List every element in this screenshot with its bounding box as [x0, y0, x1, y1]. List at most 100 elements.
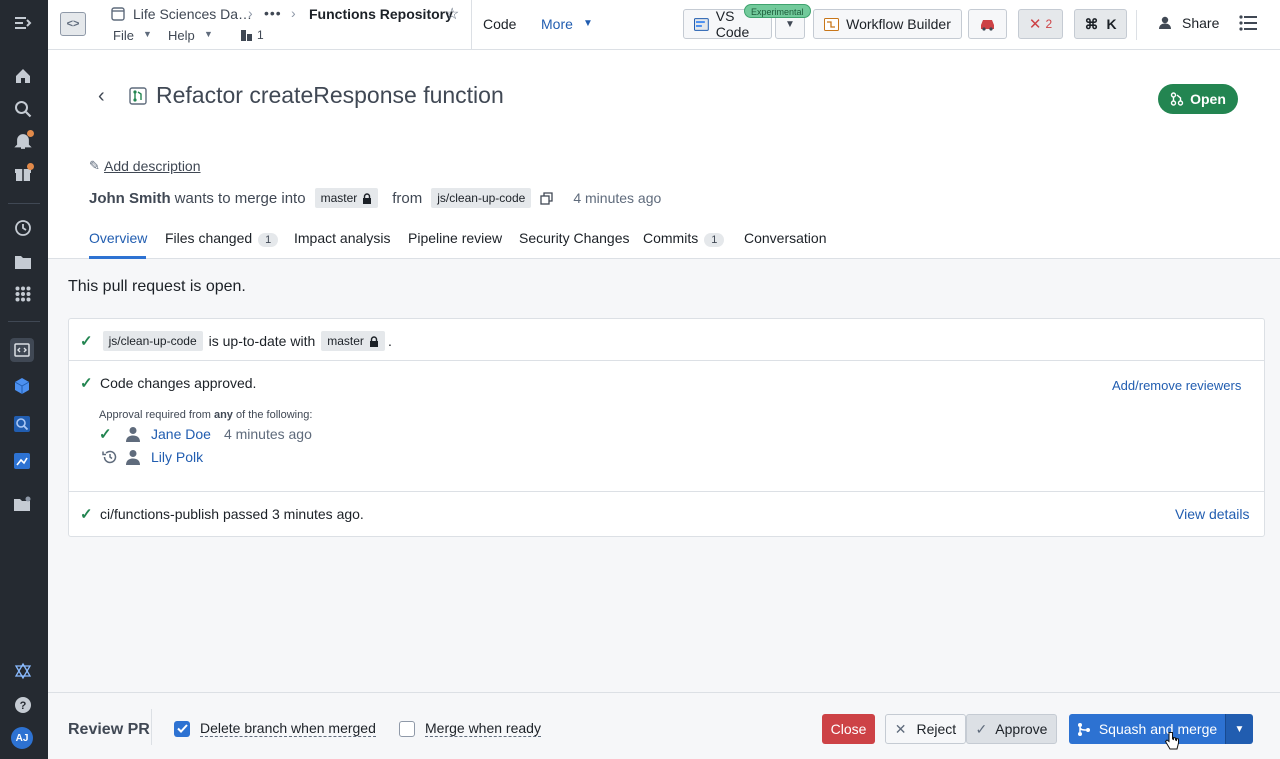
reject-button[interactable]: ✕ Reject: [885, 714, 966, 744]
active-tab-indicator: [89, 256, 146, 259]
close-button[interactable]: Close: [822, 714, 875, 744]
from-text: from: [392, 189, 423, 207]
experimental-badge: Experimental: [744, 4, 811, 18]
uptodate-row: ✓ js/clean-up-code is up-to-date with ma…: [80, 331, 392, 351]
errors-button[interactable]: ✕ 2: [1018, 9, 1063, 39]
merge-options-dropdown[interactable]: ▼: [1225, 714, 1253, 744]
caret-down-icon: ▼: [204, 29, 213, 39]
checkbox-unchecked-icon[interactable]: [399, 720, 415, 737]
git-merge-icon: [1170, 92, 1184, 106]
shortcut-key: K: [1106, 16, 1117, 32]
reviewer-row: ✓ Jane Doe 4 minutes ago: [99, 425, 312, 443]
target-branch-tag[interactable]: master: [314, 188, 379, 208]
breadcrumb-more[interactable]: •••: [264, 5, 282, 21]
person-add-icon: [1159, 16, 1171, 29]
caret-down-icon: ▼: [1234, 723, 1245, 735]
uptodate-period: .: [387, 333, 392, 349]
view-details-link[interactable]: View details: [1175, 506, 1249, 522]
caret-down-icon: ▼: [143, 29, 152, 39]
merge-summary: John Smith wants to merge into master fr…: [89, 188, 661, 208]
commits-count: 1: [704, 233, 725, 247]
history-icon[interactable]: [12, 217, 34, 239]
code-tab[interactable]: Code: [483, 16, 516, 32]
file-menu[interactable]: File: [113, 28, 134, 43]
list-menu-icon[interactable]: [1239, 15, 1257, 34]
gift-icon[interactable]: [12, 163, 34, 185]
add-remove-reviewers-link[interactable]: Add/remove reviewers: [1112, 378, 1241, 393]
review-pr-label: Review PR: [68, 721, 150, 738]
command-key-icon: ⌘: [1084, 15, 1099, 32]
approve-check-icon: ✓: [975, 720, 988, 737]
check-icon: ✓: [80, 375, 93, 392]
more-tab[interactable]: More: [541, 16, 573, 32]
sandbox-button[interactable]: [968, 9, 1007, 39]
reviewer-name[interactable]: Jane Doe: [151, 426, 211, 442]
folder-icon[interactable]: [12, 251, 34, 273]
user-avatar[interactable]: AJ: [11, 727, 33, 749]
vscode-icon: [694, 17, 709, 31]
tab-label: Files changed: [165, 230, 253, 246]
workflow-icon: [824, 17, 840, 31]
branch-count[interactable]: 1: [257, 28, 264, 42]
tab-security-changes[interactable]: Security Changes: [519, 230, 630, 246]
object-explorer-icon[interactable]: [10, 412, 34, 436]
approve-button[interactable]: ✓ Approve: [966, 714, 1057, 744]
tab-commits[interactable]: Commits 1: [643, 230, 725, 247]
merge-checks-card: ✓ js/clean-up-code is up-to-date with ma…: [68, 318, 1265, 537]
star-icon[interactable]: ☆: [445, 4, 459, 24]
source-branch-tag[interactable]: js/clean-up-code: [431, 188, 532, 208]
lock-icon: [369, 335, 378, 347]
source-branch-tag[interactable]: js/clean-up-code: [102, 331, 203, 351]
breadcrumb-repository[interactable]: Functions Repository: [309, 6, 453, 22]
tab-pipeline-review[interactable]: Pipeline review: [408, 230, 502, 246]
tab-impact-analysis[interactable]: Impact analysis: [294, 230, 390, 246]
reject-x-icon: ✕: [894, 720, 907, 737]
workflow-builder-button[interactable]: Workflow Builder: [813, 9, 962, 39]
quiver-app-icon[interactable]: [10, 449, 34, 473]
search-icon[interactable]: [12, 98, 34, 120]
squash-and-merge-button[interactable]: Squash and merge: [1069, 714, 1225, 744]
author-name[interactable]: John Smith: [89, 190, 171, 207]
code-repository-app-icon[interactable]: [10, 338, 34, 362]
delete-branch-checkbox[interactable]: Delete branch when merged: [174, 720, 376, 737]
check-icon: ✓: [80, 506, 93, 523]
error-x-icon: ✕: [1028, 16, 1042, 33]
repository-code-icon[interactable]: <>: [60, 12, 86, 36]
help-icon[interactable]: ?: [12, 694, 34, 716]
approval-suffix: of the following:: [235, 409, 313, 421]
approved-text: Code changes approved.: [100, 375, 257, 391]
folder-star-icon[interactable]: [10, 492, 34, 516]
command-palette-button[interactable]: ⌘ K: [1074, 9, 1127, 39]
expand-menu-icon[interactable]: [12, 12, 34, 34]
add-description-link[interactable]: Add description: [104, 158, 201, 174]
pull-request-header: ‹ Refactor createResponse function Open …: [48, 50, 1280, 259]
approval-requirement: Approval required from any of the follow…: [99, 409, 312, 421]
notifications-icon[interactable]: [12, 130, 34, 152]
help-menu[interactable]: Help: [168, 28, 195, 43]
error-count: 2: [1045, 17, 1053, 31]
reviewer-name[interactable]: Lily Polk: [151, 449, 203, 465]
pr-time-ago: 4 minutes ago: [573, 190, 662, 206]
copy-icon[interactable]: [540, 191, 553, 205]
squash-and-merge-label: Squash and merge: [1098, 721, 1218, 737]
target-branch-tag[interactable]: master: [321, 331, 385, 351]
approval-prefix: Approval required from: [99, 409, 211, 421]
ci-status-text: ci/functions-publish passed 3 minutes ag…: [100, 506, 364, 522]
tab-conversation[interactable]: Conversation: [744, 230, 827, 246]
breadcrumb-project[interactable]: Life Sciences Da…: [133, 6, 252, 22]
workflow-builder-label: Workflow Builder: [846, 16, 951, 32]
check-icon: ✓: [80, 333, 93, 350]
back-chevron-icon[interactable]: ‹: [98, 85, 105, 108]
palantir-logo-icon[interactable]: [12, 660, 34, 682]
checkbox-checked-icon[interactable]: [174, 720, 190, 737]
target-branch-label: master: [327, 334, 364, 348]
merge-when-ready-checkbox[interactable]: Merge when ready: [399, 720, 541, 737]
reviewer-row: Lily Polk: [99, 448, 216, 466]
tab-overview[interactable]: Overview: [89, 230, 147, 246]
home-icon[interactable]: [12, 65, 34, 87]
share-button[interactable]: Share: [1158, 15, 1219, 31]
review-footer: Review PR Delete branch when merged Merg…: [48, 692, 1280, 759]
tab-files-changed[interactable]: Files changed 1: [165, 230, 279, 247]
ontology-cube-icon[interactable]: [10, 374, 34, 398]
apps-grid-icon[interactable]: [12, 283, 34, 305]
